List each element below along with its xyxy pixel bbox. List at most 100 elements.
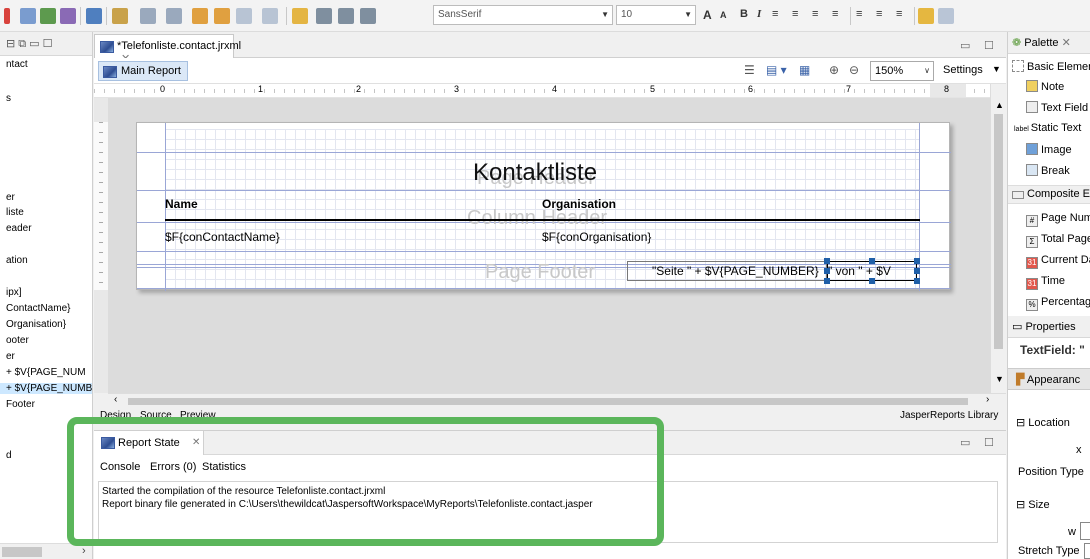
outline-item[interactable]: er [6, 192, 15, 203]
align-top-icon[interactable]: ≡ [856, 8, 862, 20]
scroll-down-icon[interactable]: ▼ [995, 374, 1004, 384]
outline-item[interactable]: ipx] [6, 287, 22, 298]
outline-item[interactable]: d [6, 450, 12, 461]
palette-group-composite[interactable]: Composite E [1008, 185, 1090, 204]
canvas-vscrollbar[interactable]: ▲ ▼ [990, 84, 1006, 393]
tab-appearance[interactable]: ▛ Appearanc [1008, 368, 1090, 390]
scroll-left-icon[interactable]: ‹ [114, 394, 117, 405]
footer-page-number-field[interactable]: "Seite " + $V{PAGE_NUMBER} [627, 261, 827, 281]
selection-handle[interactable] [914, 278, 920, 284]
properties-header[interactable]: ▭ Properties [1008, 316, 1090, 338]
pencil-icon[interactable] [112, 8, 128, 24]
settings-dropdown-icon[interactable]: ▼ [992, 64, 1001, 74]
report-icon[interactable] [86, 8, 102, 24]
palette-item-note[interactable]: Note [1026, 80, 1064, 93]
scroll-up-icon[interactable]: ▲ [995, 100, 1004, 110]
zoom-in-icon[interactable]: ⊕ [829, 63, 839, 77]
tab-source[interactable]: Source [140, 410, 172, 421]
report-page[interactable]: Page Header Column Header Page Footer Ko… [136, 122, 951, 291]
maximize-icon[interactable]: ☐ [984, 436, 994, 449]
align-bottom-icon[interactable]: ≡ [896, 8, 902, 20]
layout-icon[interactable]: ☰ [744, 63, 755, 77]
tab-telefonliste[interactable]: *Telefonliste.contact.jrxml ✕ [94, 34, 241, 65]
forward-icon[interactable] [262, 8, 278, 24]
main-report-button[interactable]: Main Report [98, 61, 188, 81]
location-section[interactable]: ⊟ Location [1016, 416, 1070, 429]
new-editor-icon[interactable] [292, 8, 308, 24]
palette-item-totalpages[interactable]: Σ Total Page [1026, 233, 1090, 248]
settings-button[interactable]: Settings [943, 64, 983, 76]
field-organisation[interactable]: $F{conOrganisation} [542, 230, 651, 244]
selection-handle[interactable] [824, 268, 830, 274]
preview-icon[interactable]: ▦ [799, 63, 810, 77]
decrease-font-icon[interactable]: A [720, 10, 727, 20]
outline-hscrollbar[interactable]: › [0, 543, 92, 559]
palette-group-basic[interactable]: Basic Elemen [1012, 60, 1090, 73]
tab-design[interactable]: Design [100, 410, 131, 421]
palette-item-time[interactable]: 31 Time [1026, 275, 1065, 290]
outline-item[interactable]: + $V{PAGE_NUM [6, 367, 86, 378]
outline-item[interactable]: s [6, 93, 11, 104]
wizard-icon[interactable] [60, 8, 76, 24]
selection-handle[interactable] [869, 258, 875, 264]
zoom-select[interactable]: 150% ∨ [870, 61, 934, 81]
dataset-icon[interactable] [40, 8, 56, 24]
font-size-select[interactable]: 10 ▼ [616, 5, 696, 25]
width-input[interactable] [1080, 522, 1090, 540]
design-canvas[interactable]: Page Header Column Header Page Footer Ko… [108, 98, 990, 393]
export-icon[interactable]: ▤ ▾ [766, 63, 787, 77]
grid-icon[interactable] [338, 8, 354, 24]
column-header-name[interactable]: Name [165, 197, 198, 211]
stretch-type-select[interactable] [1084, 543, 1090, 559]
bold-button[interactable]: B [740, 8, 748, 20]
outline-item[interactable]: liste [6, 207, 24, 218]
palette-item-percentage[interactable]: % Percentag [1026, 296, 1090, 311]
align-middle-icon[interactable]: ≡ [876, 8, 882, 20]
palette-header[interactable]: ❁ Palette ✕ [1008, 32, 1090, 54]
palette-item-statictext[interactable]: label Static Text [1014, 122, 1081, 134]
selection-handle[interactable] [824, 258, 830, 264]
palette-item-currentdate[interactable]: 31 Current Da [1026, 254, 1090, 269]
close-tab-icon[interactable]: ✕ [192, 437, 200, 448]
palette-item-image[interactable]: Image [1026, 143, 1072, 156]
layout-icon[interactable] [316, 8, 332, 24]
minimize-icon[interactable]: ▭ [960, 436, 970, 449]
scroll-right-icon[interactable]: › [82, 545, 86, 557]
scroll-right-icon[interactable]: › [986, 394, 989, 405]
outline-item[interactable]: ntact [6, 59, 28, 70]
palette-item-pagenumber[interactable]: # Page Num [1026, 212, 1090, 227]
run-icon[interactable] [4, 8, 10, 24]
maximize-icon[interactable]: ☐ [984, 39, 994, 52]
back-icon[interactable] [236, 8, 252, 24]
align-right-icon[interactable]: ≡ [812, 8, 818, 20]
tab-console[interactable]: Console [100, 461, 140, 473]
align-center-icon[interactable]: ≡ [792, 8, 798, 20]
tab-statistics[interactable]: Statistics [202, 461, 246, 473]
forward-arrow-icon[interactable] [938, 8, 954, 24]
scroll-thumb[interactable] [994, 114, 1003, 349]
outline-item[interactable]: Footer [6, 399, 35, 410]
console-log[interactable]: Started the compilation of the resource … [98, 481, 998, 543]
size-section[interactable]: ⊟ Size [1016, 498, 1050, 511]
palette-item-textfield[interactable]: Text Field [1026, 101, 1088, 114]
link2-icon[interactable] [214, 8, 230, 24]
outline-item[interactable]: ContactName} [6, 303, 70, 314]
scroll-thumb[interactable] [128, 398, 968, 405]
outline-item[interactable]: ation [6, 255, 28, 266]
outline-item[interactable]: er [6, 351, 15, 362]
tab-report-state[interactable]: Report State ✕ [94, 431, 204, 455]
outline-item-selected[interactable]: + $V{PAGE_NUMB [0, 383, 92, 394]
outline-buttons[interactable]: ⊟ ⧉ ▭ ☐ [6, 37, 53, 51]
selection-handle[interactable] [914, 268, 920, 274]
increase-font-icon[interactable]: A [703, 8, 712, 22]
column-header-organisation[interactable]: Organisation [542, 197, 616, 211]
outline-item[interactable]: ooter [6, 335, 29, 346]
align-left-icon[interactable]: ≡ [772, 8, 778, 20]
field-contact-name[interactable]: $F{conContactName} [165, 230, 280, 244]
refresh-icon[interactable] [918, 8, 934, 24]
distribute-icon[interactable] [166, 8, 182, 24]
scroll-thumb[interactable] [2, 547, 42, 557]
justify-icon[interactable]: ≡ [832, 8, 838, 20]
italic-button[interactable]: I [757, 8, 761, 20]
minimize-icon[interactable]: ▭ [960, 39, 970, 52]
